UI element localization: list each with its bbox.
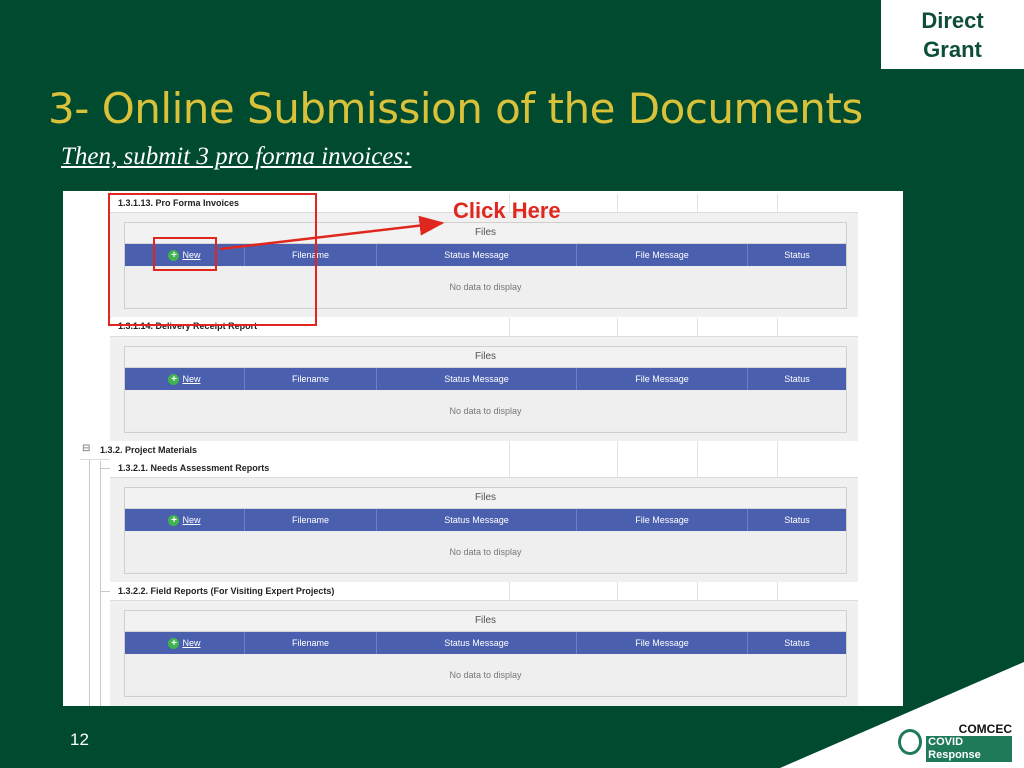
section-label: 1.3.2.1. Needs Assessment Reports (118, 463, 270, 473)
comcec-logo: COMCEC COVID Response (898, 721, 1012, 762)
files-column-bar: + New Filename Status Message File Messa… (125, 509, 846, 531)
panel-area: Files + New Filename Status Message File… (110, 601, 858, 706)
new-link-label: New (182, 374, 201, 384)
badge-line-1: Direct (921, 7, 984, 33)
col-status-message[interactable]: Status Message (377, 632, 577, 654)
files-column-bar: + New Filename Status Message File Messa… (125, 368, 846, 390)
col-status[interactable]: Status (748, 632, 846, 654)
empty-message: No data to display (125, 655, 846, 695)
section-label: 1.3.2.2. Field Reports (For Visiting Exp… (118, 586, 335, 596)
col-filename[interactable]: Filename (245, 509, 377, 531)
collapse-icon[interactable]: ⊟ (82, 443, 90, 454)
highlight-box-new (153, 237, 217, 271)
col-file-message[interactable]: File Message (577, 632, 748, 654)
col-status-message[interactable]: Status Message (377, 244, 577, 266)
files-column-bar: + New Filename Status Message File Messa… (125, 632, 846, 654)
new-link-label: New (182, 515, 201, 525)
panel-area: Files + New Filename Status Message File… (110, 478, 858, 582)
col-filename[interactable]: Filename (245, 632, 377, 654)
section-label: 1.3.2. Project Materials (100, 445, 198, 455)
plus-icon: + (168, 637, 180, 649)
section-row: ⊟ 1.3.2. Project Materials (80, 441, 858, 460)
col-status[interactable]: Status (748, 368, 846, 390)
new-file-button[interactable]: + New (125, 632, 245, 654)
plus-icon: + (168, 514, 180, 526)
logo-line-2: COVID Response (926, 735, 1012, 762)
tree-connector (89, 453, 90, 706)
files-panel: Files + New Filename Status Message File… (124, 346, 847, 433)
col-file-message[interactable]: File Message (577, 244, 748, 266)
click-here-callout: Click Here (453, 198, 561, 223)
files-panel: Files + New Filename Status Message File… (124, 610, 847, 697)
new-link-label: New (182, 638, 201, 648)
col-status-message[interactable]: Status Message (377, 368, 577, 390)
slide-subtitle: Then, submit 3 pro forma invoices: (61, 143, 412, 170)
empty-message: No data to display (125, 391, 846, 431)
page-number: 12 (70, 730, 89, 749)
badge-line-2: Grant (923, 36, 982, 62)
logo-line-1: COMCEC (958, 721, 1012, 736)
section-row: 1.3.2.2. Field Reports (For Visiting Exp… (110, 582, 858, 601)
files-panel: Files + New Filename Status Message File… (124, 487, 847, 574)
new-file-button[interactable]: + New (125, 509, 245, 531)
col-file-message[interactable]: File Message (577, 368, 748, 390)
col-status[interactable]: Status (748, 244, 846, 266)
tree-connector (100, 461, 101, 706)
crescent-logo-icon (898, 729, 923, 755)
col-status-message[interactable]: Status Message (377, 509, 577, 531)
col-file-message[interactable]: File Message (577, 509, 748, 531)
col-filename[interactable]: Filename (245, 368, 377, 390)
direct-grant-badge: Direct Grant (881, 0, 1024, 69)
new-file-button[interactable]: + New (125, 368, 245, 390)
section-row: 1.3.2.1. Needs Assessment Reports (110, 459, 858, 478)
files-panel-title: Files (125, 611, 846, 632)
files-panel-title: Files (125, 488, 846, 509)
empty-message: No data to display (125, 532, 846, 572)
files-panel-title: Files (125, 347, 846, 368)
plus-icon: + (168, 373, 180, 385)
col-status[interactable]: Status (748, 509, 846, 531)
panel-area: Files + New Filename Status Message File… (110, 337, 858, 441)
slide-title: 3- Online Submission of the Documents (48, 84, 863, 133)
